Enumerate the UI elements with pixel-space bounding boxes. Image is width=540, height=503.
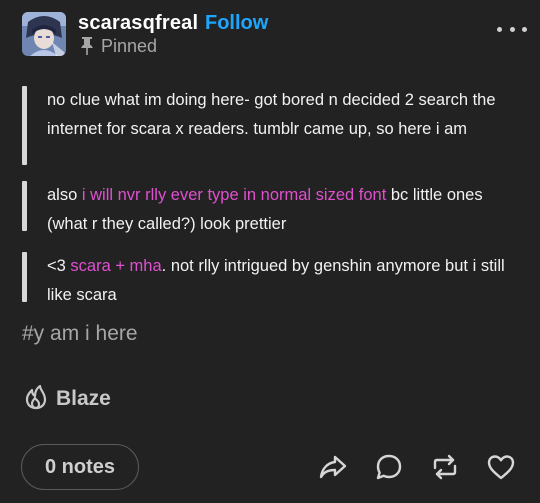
tumblr-post: scarasqfreal Follow Pinned no clue what … bbox=[0, 0, 540, 503]
highlighted-text: i will nvr rlly ever type in normal size… bbox=[81, 186, 387, 204]
post-header: scarasqfreal Follow Pinned bbox=[22, 10, 527, 58]
quote-bar bbox=[22, 86, 27, 165]
flame-icon bbox=[24, 384, 48, 415]
heart-icon[interactable] bbox=[486, 452, 516, 482]
reblog-icon[interactable] bbox=[430, 452, 460, 482]
avatar[interactable] bbox=[22, 12, 66, 56]
pin-icon bbox=[79, 37, 95, 55]
follow-button[interactable]: Follow bbox=[205, 12, 268, 35]
reply-icon[interactable] bbox=[374, 452, 404, 482]
post-paragraph-3: <3 scara + mha. not rlly intrigued by ge… bbox=[22, 252, 522, 304]
post-tag[interactable]: #y am i here bbox=[22, 322, 138, 346]
pinned-indicator: Pinned bbox=[79, 35, 157, 57]
highlighted-text: scara + mha bbox=[70, 257, 162, 275]
quote-bar bbox=[22, 252, 27, 302]
post-actions bbox=[318, 452, 516, 482]
pinned-label: Pinned bbox=[101, 35, 158, 56]
more-options-icon[interactable] bbox=[497, 22, 527, 36]
post-paragraph-2: also i will nvr rlly ever type in normal… bbox=[22, 181, 522, 233]
post-username[interactable]: scarasqfreal bbox=[78, 12, 198, 35]
quote-bar bbox=[22, 181, 27, 231]
notes-count-button[interactable]: 0 notes bbox=[21, 444, 139, 490]
blaze-button[interactable]: Blaze bbox=[24, 384, 111, 414]
post-paragraph-1: no clue what im doing here- got bored n … bbox=[22, 86, 522, 165]
paragraph-text: <3 bbox=[47, 257, 71, 275]
paragraph-text: also bbox=[47, 186, 82, 204]
share-icon[interactable] bbox=[318, 452, 348, 482]
blaze-label: Blaze bbox=[56, 387, 111, 410]
paragraph-text: no clue what im doing here- got bored n … bbox=[47, 91, 496, 138]
